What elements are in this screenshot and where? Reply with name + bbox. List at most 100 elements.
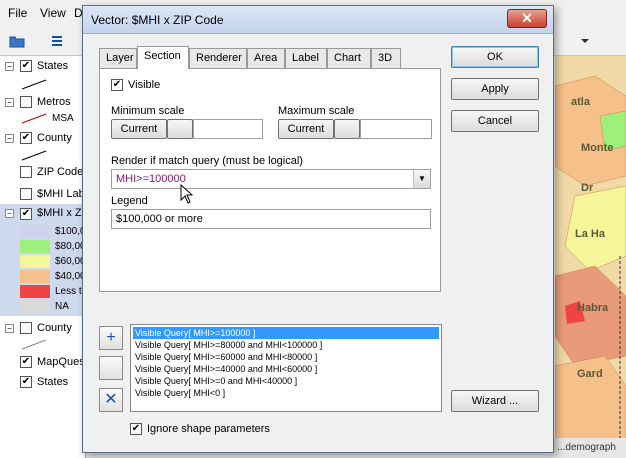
ok-button[interactable]: OK bbox=[451, 46, 539, 68]
close-button[interactable]: ✕ bbox=[507, 9, 547, 28]
close-icon: ✕ bbox=[521, 10, 533, 26]
delete-query-button[interactable]: ✕ bbox=[99, 388, 123, 412]
layer-row-county[interactable]: − ✔ County bbox=[0, 128, 86, 148]
layer-checkbox[interactable]: ✔ bbox=[20, 208, 32, 220]
legend-swatch bbox=[20, 285, 50, 298]
legend-label: Legend bbox=[111, 195, 148, 207]
layer-row-zip-code[interactable]: ZIP Code bbox=[0, 162, 86, 182]
layer-row-mhi-labels[interactable]: $MHI Labe bbox=[0, 184, 91, 204]
open-folder-icon[interactable] bbox=[6, 31, 28, 51]
tab-layer[interactable]: Layer bbox=[99, 48, 137, 68]
list-item[interactable]: Visible Query[ MHI>=80000 and MHI<100000… bbox=[133, 339, 439, 351]
delete-icon: ✕ bbox=[104, 391, 118, 408]
layer-row-mapquest[interactable]: ✔ MapQues bbox=[0, 352, 86, 372]
menu-view[interactable]: View bbox=[40, 6, 66, 20]
tab-renderer[interactable]: Renderer bbox=[189, 48, 247, 68]
legend-label: NA bbox=[55, 301, 69, 312]
min-scale-label: Minimum scale bbox=[111, 105, 185, 117]
collapse-icon[interactable]: − bbox=[5, 323, 14, 333]
plus-icon: + bbox=[106, 329, 116, 346]
vector-properties-dialog: Vector: $MHI x ZIP Code ✕ Layer Section … bbox=[82, 5, 554, 453]
layer-label: States bbox=[37, 60, 69, 72]
layer-checkbox[interactable]: ✔ bbox=[20, 356, 32, 368]
dialog-title: Vector: $MHI x ZIP Code bbox=[91, 13, 224, 27]
list-item[interactable]: Visible Query[ MHI>=0 and MHI<40000 ] bbox=[133, 375, 439, 387]
legend-item: NA bbox=[20, 299, 69, 314]
layer-checkbox[interactable] bbox=[20, 322, 32, 334]
min-scale-spacer[interactable] bbox=[167, 119, 193, 139]
max-scale-spacer[interactable] bbox=[334, 119, 360, 139]
layer-checkbox[interactable] bbox=[20, 188, 32, 200]
layer-checkbox[interactable]: ✔ bbox=[20, 132, 32, 144]
layer-checkbox[interactable]: ✔ bbox=[20, 60, 32, 72]
layer-row-states-2[interactable]: ✔ States bbox=[0, 372, 86, 392]
legend-item: $60,000 bbox=[20, 254, 91, 269]
layer-label: County bbox=[37, 322, 72, 334]
layer-label: MapQues bbox=[37, 356, 85, 368]
collapse-icon[interactable]: − bbox=[5, 61, 14, 71]
max-scale-current-button[interactable]: Current bbox=[278, 119, 334, 139]
layer-checkbox[interactable]: ✔ bbox=[20, 376, 32, 388]
collapse-icon[interactable]: − bbox=[5, 133, 14, 143]
dialog-titlebar[interactable]: Vector: $MHI x ZIP Code ✕ bbox=[83, 6, 553, 34]
visible-checkbox[interactable]: ✔ bbox=[111, 79, 123, 91]
visible-label: Visible bbox=[128, 79, 161, 91]
line-symbol-icon bbox=[21, 113, 47, 124]
status-text: ...demograph bbox=[557, 442, 616, 453]
add-query-button[interactable]: + bbox=[99, 326, 123, 350]
collapse-icon[interactable]: − bbox=[5, 209, 14, 218]
map-label: Habra bbox=[577, 302, 609, 314]
query-value: MHI>=100000 bbox=[116, 173, 186, 185]
layer-checkbox[interactable] bbox=[20, 166, 32, 178]
line-symbol-icon bbox=[21, 339, 47, 350]
blank-button[interactable] bbox=[99, 356, 123, 380]
tab-3d[interactable]: 3D bbox=[371, 48, 401, 68]
apply-button[interactable]: Apply bbox=[451, 78, 539, 100]
list-item[interactable]: Visible Query[ MHI<0 ] bbox=[133, 387, 439, 399]
layer-label: States bbox=[37, 376, 69, 388]
max-scale-label: Maximum scale bbox=[278, 105, 355, 117]
list-item[interactable]: Visible Query[ MHI>=40000 and MHI<60000 … bbox=[133, 363, 439, 375]
legend-item: Less th bbox=[20, 284, 87, 299]
legend-input[interactable]: $100,000 or more bbox=[111, 209, 431, 229]
layer-checkbox[interactable] bbox=[20, 96, 32, 108]
menu-file[interactable]: File bbox=[8, 6, 27, 20]
map-label: Dr bbox=[581, 182, 594, 194]
ignore-shape-checkbox[interactable]: ✔ bbox=[130, 423, 142, 435]
tab-section[interactable]: Section bbox=[137, 46, 189, 69]
map-label: Gard bbox=[577, 368, 603, 380]
line-symbol-icon bbox=[21, 79, 47, 90]
collapse-icon[interactable]: − bbox=[5, 97, 14, 107]
section-tab-panel: ✔ Visible Minimum scale Current Maximum … bbox=[99, 68, 441, 292]
mouse-cursor-icon bbox=[180, 184, 194, 204]
map-label: La Ha bbox=[575, 228, 605, 240]
map-label: atla bbox=[571, 96, 590, 108]
list-item[interactable]: Visible Query[ MHI>=100000 ] bbox=[133, 327, 439, 339]
map-label: Monte bbox=[581, 142, 614, 154]
legend-item: $80,000 bbox=[20, 239, 91, 254]
max-scale-input[interactable] bbox=[360, 119, 432, 139]
layer-row-metros[interactable]: − Metros bbox=[0, 92, 86, 112]
wizard-button[interactable]: Wizard ... bbox=[451, 390, 539, 412]
min-scale-current-button[interactable]: Current bbox=[111, 119, 167, 139]
map-view[interactable]: atla Monte Dr La Ha Habra Gard bbox=[555, 56, 626, 458]
cancel-button[interactable]: Cancel bbox=[451, 110, 539, 132]
layer-label: ZIP Code bbox=[37, 166, 84, 178]
chevron-down-icon[interactable]: ▼ bbox=[413, 170, 430, 188]
line-symbol-icon bbox=[21, 150, 47, 161]
tab-area[interactable]: Area bbox=[247, 48, 285, 68]
query-label: Render if match query (must be logical) bbox=[111, 155, 303, 167]
add-layer-icon[interactable] bbox=[46, 31, 68, 51]
query-list[interactable]: Visible Query[ MHI>=100000 ] Visible Que… bbox=[130, 324, 442, 412]
tab-chart[interactable]: Chart bbox=[327, 48, 371, 68]
legend-swatch bbox=[20, 300, 50, 313]
list-item[interactable]: Visible Query[ MHI>=60000 and MHI<80000 … bbox=[133, 351, 439, 363]
layer-label: Metros bbox=[37, 96, 71, 108]
min-scale-input[interactable] bbox=[193, 119, 263, 139]
tab-label[interactable]: Label bbox=[285, 48, 327, 68]
layer-row-county-2[interactable]: − County bbox=[0, 318, 86, 338]
layer-row-states[interactable]: − ✔ States bbox=[0, 56, 86, 76]
toolbar-dropdown-icon[interactable] bbox=[574, 31, 596, 51]
ignore-shape-label: Ignore shape parameters bbox=[147, 423, 270, 435]
query-combo[interactable]: MHI>=100000 ▼ bbox=[111, 169, 431, 189]
